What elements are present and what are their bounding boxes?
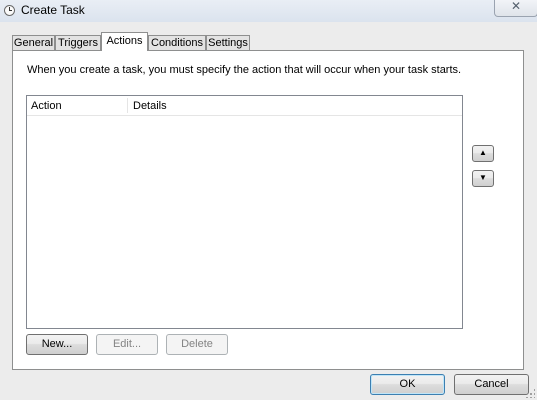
arrow-up-icon: ▲: [479, 148, 487, 157]
window-title: Create Task: [21, 3, 85, 17]
tab-settings[interactable]: Settings: [206, 35, 250, 50]
tab-conditions[interactable]: Conditions: [148, 35, 206, 50]
move-down-button[interactable]: ▼: [472, 170, 494, 187]
delete-action-button[interactable]: Delete: [166, 334, 228, 355]
actions-description: When you create a task, you must specify…: [27, 64, 462, 76]
clock-icon: [4, 5, 15, 16]
close-icon: ✕: [510, 0, 522, 13]
list-header: Action Details: [27, 96, 462, 116]
tab-actions[interactable]: Actions: [101, 32, 148, 51]
close-button[interactable]: ✕: [494, 0, 537, 17]
new-action-button[interactable]: New...: [26, 334, 88, 355]
ok-button[interactable]: OK: [370, 374, 445, 395]
column-header-action[interactable]: Action: [31, 100, 62, 112]
title-bar: Create Task ✕: [0, 0, 537, 22]
arrow-down-icon: ▼: [479, 173, 487, 182]
tab-general[interactable]: General: [12, 35, 55, 50]
tab-triggers[interactable]: Triggers: [55, 35, 101, 50]
actions-list[interactable]: Action Details: [26, 95, 463, 329]
edit-action-button[interactable]: Edit...: [96, 334, 158, 355]
cancel-button[interactable]: Cancel: [454, 374, 529, 395]
column-divider[interactable]: [127, 98, 128, 113]
move-up-button[interactable]: ▲: [472, 145, 494, 162]
column-header-details[interactable]: Details: [133, 100, 167, 112]
